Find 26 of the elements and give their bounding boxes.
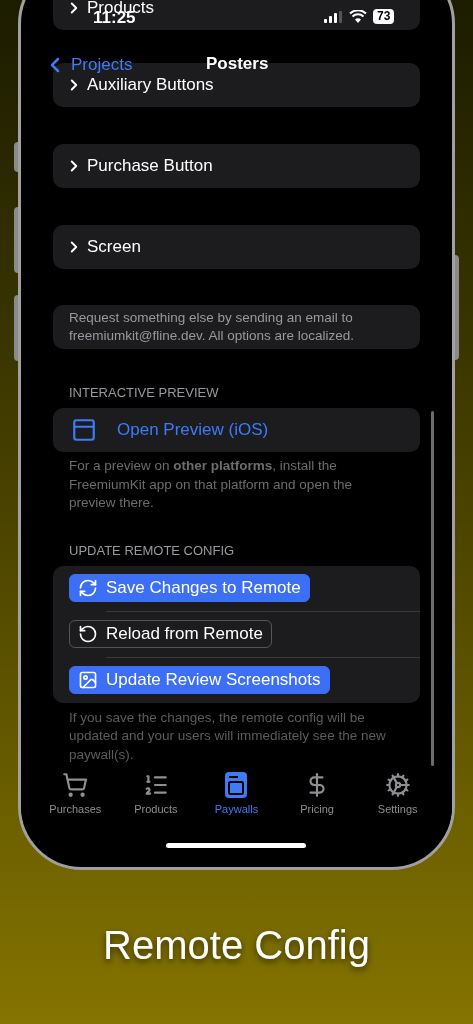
wifi-icon xyxy=(349,10,367,23)
caption: Remote Config xyxy=(102,922,371,968)
tab[interactable]: Pricing xyxy=(276,771,358,831)
section-footer: For a preview on other platforms, install the FreemiumKit app on that platform and open the preview there. xyxy=(53,457,420,513)
info-note: Request something else by sending an email to freemiumkit@fline.dev. All options are localized. xyxy=(53,305,420,349)
disclosure-row[interactable]: Screen xyxy=(53,225,420,269)
signal-icon xyxy=(324,11,342,23)
action-button[interactable]: Save Changes to Remote xyxy=(69,574,310,602)
sync-icon xyxy=(78,578,98,598)
window-icon xyxy=(71,417,97,443)
image-icon xyxy=(78,670,98,690)
gear-icon xyxy=(384,772,411,798)
reload-icon xyxy=(78,624,98,644)
section-header: UPDATE REMOTE CONFIG xyxy=(68,542,236,559)
action-button[interactable]: Reload from Remote xyxy=(69,620,272,648)
open-preview-button[interactable]: Open Preview (iOS) xyxy=(53,408,420,452)
section-header: INTERACTIVE PREVIEW xyxy=(68,385,220,401)
tab[interactable]: Settings xyxy=(357,771,438,831)
tab[interactable]: Paywalls xyxy=(196,771,277,831)
action-button[interactable]: Update Review Screenshots xyxy=(69,666,330,694)
tab[interactable]: Products xyxy=(115,771,197,831)
tab[interactable]: Purchases xyxy=(35,771,116,831)
cart-icon xyxy=(62,772,89,798)
battery-indicator: 73 xyxy=(373,9,395,24)
section-footer: If you save the changes, the remote config will be updated and your users will immediately see the new paywall(s). xyxy=(53,708,420,764)
disclosure-row[interactable]: Purchase Button xyxy=(53,144,420,188)
